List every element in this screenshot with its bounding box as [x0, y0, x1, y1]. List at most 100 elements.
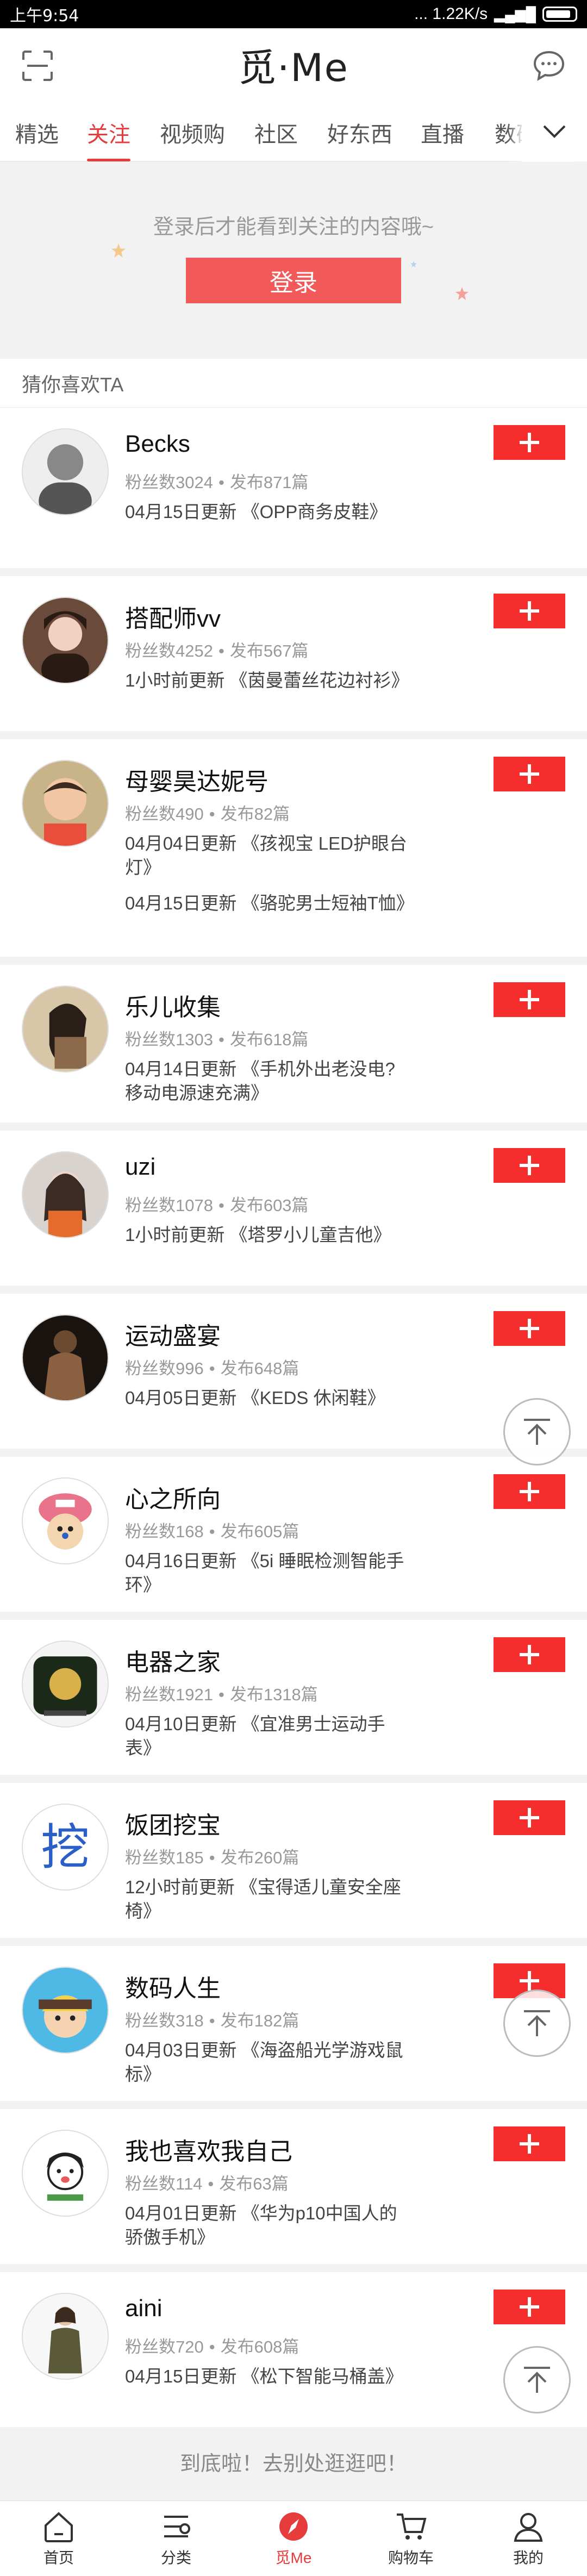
follow-button[interactable] [494, 425, 565, 460]
user-name[interactable]: 心之所向 [125, 1480, 221, 1514]
status-bar: 上午9:54 ... 1.22K/s ▂▄▆█ [0, 0, 587, 28]
avatar[interactable] [22, 760, 109, 847]
nav-profile[interactable]: 我的 [470, 2501, 587, 2576]
list-item[interactable]: 我也喜欢我自己 粉丝数114 • 发布63篇 04月01日更新 《华为p10中国人的… [0, 2109, 587, 2264]
list-item[interactable]: 运动盛宴 粉丝数996 • 发布648篇 04月05日更新 《KEDS 休闲鞋》 [0, 1294, 587, 1449]
plus-icon [520, 764, 539, 784]
follow-button[interactable] [494, 2126, 565, 2161]
avatar[interactable] [22, 986, 109, 1072]
nav-category[interactable]: 分类 [117, 2501, 235, 2576]
back-to-top-button[interactable] [503, 2346, 571, 2413]
star-decoration-icon [455, 287, 469, 300]
end-of-list-note: 到底啦！去别处逛逛吧！ [179, 2452, 407, 2475]
nav-cart[interactable]: 购物车 [352, 2501, 470, 2576]
avatar[interactable] [22, 597, 109, 684]
user-name[interactable]: 我也喜欢我自己 [125, 2132, 292, 2167]
scan-icon[interactable] [22, 50, 53, 82]
list-item[interactable]: 数码人生 粉丝数318 • 发布182篇 04月03日更新 《海盗船光学游戏鼠标》 [0, 1946, 587, 2101]
avatar[interactable] [22, 1477, 109, 1564]
nav-me-label: 觅Me [275, 2549, 312, 2566]
user-name[interactable]: Becks [125, 431, 190, 458]
latest-update[interactable]: 04月14日更新 《手机外出老没电?移动电源速充满》 [125, 1057, 408, 1105]
user-stats: 粉丝数996 • 发布648篇 [125, 1359, 299, 1378]
user-stats: 粉丝数4252 • 发布567篇 [125, 641, 309, 660]
latest-update[interactable]: 04月01日更新 《华为p10中国人的骄傲手机》 [125, 2201, 408, 2249]
app-title: 觅·Me [238, 46, 349, 90]
list-item[interactable]: uzi 粉丝数1078 • 发布603篇 1小时前更新 《塔罗小儿童吉他》 [0, 1131, 587, 1286]
list-item[interactable]: 心之所向 粉丝数168 • 发布605篇 04月16日更新 《5i 睡眠检测智能手环… [0, 1457, 587, 1612]
latest-update[interactable]: 04月15日更新 《OPP商务皮鞋》 [125, 500, 408, 524]
user-name[interactable]: aini [125, 2295, 163, 2322]
list-item[interactable]: aini 粉丝数720 • 发布608篇 04月15日更新 《松下智能马桶盖》 [0, 2272, 587, 2427]
tab-shipingou[interactable]: 视频购 [160, 117, 225, 148]
user-name[interactable]: 电器之家 [125, 1643, 221, 1677]
follow-button[interactable] [494, 594, 565, 628]
nav-me[interactable]: 觅Me [235, 2501, 352, 2576]
message-icon[interactable] [533, 50, 565, 82]
list-item[interactable]: Becks 粉丝数3024 • 发布871篇 04月15日更新 《OPP商务皮鞋》 [0, 408, 587, 568]
avatar[interactable] [22, 2130, 109, 2217]
latest-update[interactable]: 04月03日更新 《海盗船光学游戏鼠标》 [125, 2038, 408, 2086]
follow-button[interactable] [494, 1637, 565, 1672]
tab-zhibo[interactable]: 直播 [421, 117, 464, 148]
tab-guanzhu[interactable]: 关注 [87, 117, 130, 161]
user-name[interactable]: 母婴昊达妮号 [125, 762, 268, 797]
user-name[interactable]: uzi [125, 1153, 155, 1181]
nav-home[interactable]: 首页 [0, 2501, 117, 2576]
list-item[interactable]: 搭配师vv 粉丝数4252 • 发布567篇 1小时前更新 《茵曼蕾丝花边衬衫》 [0, 576, 587, 731]
tab-jingxuan[interactable]: 精选 [15, 117, 59, 148]
list-item[interactable]: 电器之家 粉丝数1921 • 发布1318篇 04月10日更新 《宜准男士运动手表》 [0, 1620, 587, 1775]
back-to-top-button[interactable] [503, 1989, 571, 2057]
section-label: 猜你喜欢TA [0, 359, 587, 408]
latest-update[interactable]: 12小时前更新 《宝得适儿童安全座椅》 [125, 1875, 408, 1923]
avatar[interactable] [22, 2293, 109, 2380]
latest-update[interactable]: 04月15日更新 《松下智能马桶盖》 [125, 2365, 408, 2388]
arrow-up-icon [524, 2010, 550, 2036]
follow-button[interactable] [494, 1800, 565, 1835]
follow-button[interactable] [494, 982, 565, 1017]
latest-update[interactable]: 04月10日更新 《宜准男士运动手表》 [125, 1712, 408, 1760]
category-icon [164, 2516, 190, 2537]
avatar[interactable] [22, 428, 109, 515]
avatar[interactable] [22, 1151, 109, 1238]
latest-update[interactable]: 04月04日更新 《孩视宝 LED护眼台灯》 [125, 832, 408, 880]
follow-button[interactable] [494, 757, 565, 791]
avatar[interactable] [22, 1967, 109, 2054]
list-item[interactable]: 乐儿收集 粉丝数1303 • 发布618篇 04月14日更新 《手机外出老没电?移动… [0, 965, 587, 1122]
home-icon [45, 2512, 73, 2542]
avatar[interactable] [22, 1641, 109, 1727]
network-speed: ... 1.22K/s [414, 5, 488, 23]
follow-button[interactable] [494, 1311, 565, 1346]
latest-update[interactable]: 1小时前更新 《塔罗小儿童吉他》 [125, 1223, 408, 1247]
login-button[interactable]: 登录 [186, 258, 401, 303]
bottom-navigation: 首页 分类 觅Me 购物车 我的 [0, 2500, 587, 2576]
user-name[interactable]: 乐儿收集 [125, 988, 221, 1022]
latest-update-secondary[interactable]: 04月15日更新 《骆驼男士短袖T恤》 [125, 891, 414, 915]
follow-button[interactable] [494, 1148, 565, 1183]
more-tabs-button[interactable] [522, 102, 587, 161]
avatar[interactable] [22, 1314, 109, 1401]
follow-button[interactable] [494, 2290, 565, 2324]
app-header: 觅·Me [0, 28, 587, 102]
follow-button[interactable] [494, 1474, 565, 1509]
user-name[interactable]: 数码人生 [125, 1969, 221, 2004]
list-item[interactable]: 母婴昊达妮号 粉丝数490 • 发布82篇 04月04日更新 《孩视宝 LED护眼台… [0, 739, 587, 957]
latest-update[interactable]: 04月05日更新 《KEDS 休闲鞋》 [125, 1386, 408, 1410]
user-name[interactable]: 饭团挖宝 [125, 1806, 221, 1841]
nav-profile-label: 我的 [513, 2549, 544, 2566]
avatar[interactable]: 挖 [22, 1804, 109, 1891]
user-stats: 粉丝数318 • 发布182篇 [125, 2011, 299, 2030]
tab-shequ[interactable]: 社区 [254, 117, 298, 148]
login-prompt: 登录后才能看到关注的内容哦~ 登录 [0, 162, 587, 358]
user-stats: 粉丝数114 • 发布63篇 [125, 2174, 289, 2193]
user-name[interactable]: 运动盛宴 [125, 1317, 221, 1351]
latest-update[interactable]: 1小时前更新 《茵曼蕾丝花边衬衫》 [125, 669, 409, 693]
tab-haodongxi[interactable]: 好东西 [327, 117, 392, 148]
latest-update[interactable]: 04月16日更新 《5i 睡眠检测智能手环》 [125, 1549, 408, 1597]
user-name[interactable]: 搭配师vv [125, 599, 221, 634]
star-decoration-icon [111, 244, 126, 258]
list-item[interactable]: 挖 饭团挖宝 粉丝数185 • 发布260篇 12小时前更新 《宝得适儿童安全座椅》 [0, 1783, 587, 1938]
plus-icon [520, 433, 539, 452]
back-to-top-button[interactable] [503, 1398, 571, 1465]
plus-icon [520, 990, 539, 1009]
